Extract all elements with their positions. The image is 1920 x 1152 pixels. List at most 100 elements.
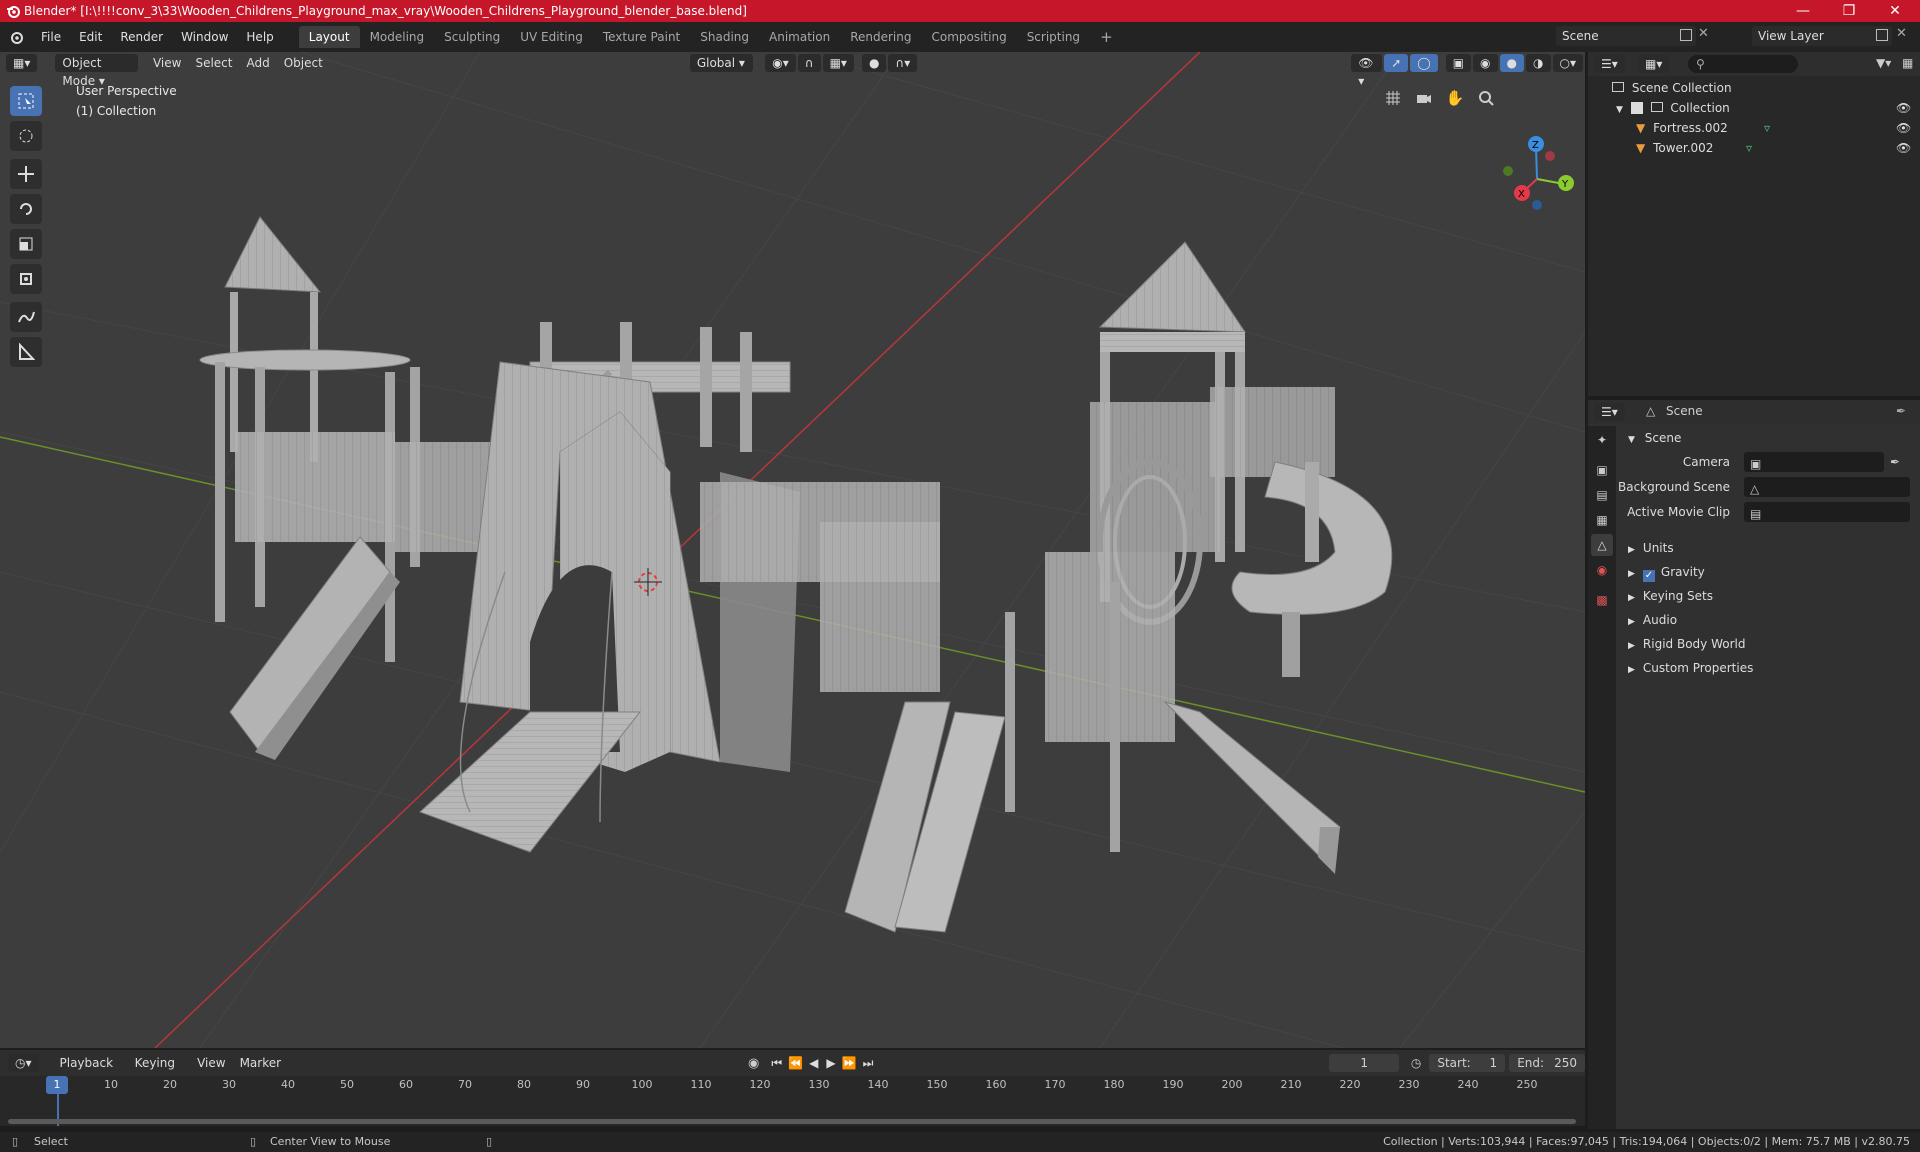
current-frame-field[interactable]: 1: [1329, 1054, 1399, 1072]
jump-start-icon[interactable]: ⏮: [771, 1056, 782, 1071]
mesh-data-icon[interactable]: ▿: [1746, 138, 1752, 158]
jump-end-icon[interactable]: ⏭: [863, 1056, 874, 1071]
scene-tab-icon[interactable]: △: [1591, 534, 1613, 556]
timeline-menu-playback[interactable]: Playback ▾: [53, 1054, 128, 1088]
tab-layout[interactable]: Layout: [298, 26, 360, 48]
viewport-menu-add[interactable]: Add: [239, 54, 276, 72]
auto-keying-clock-icon[interactable]: ◷: [1411, 1056, 1421, 1070]
tab-uv-editing[interactable]: UV Editing: [510, 26, 593, 48]
grid-view-icon[interactable]: [1381, 86, 1405, 110]
texture-tab-icon[interactable]: ▩: [1591, 589, 1613, 611]
viewport-menu-object[interactable]: Object: [277, 54, 330, 72]
cursor-tool-icon[interactable]: [10, 121, 42, 151]
zoom-view-icon[interactable]: [1474, 86, 1498, 110]
scene-copy-icon[interactable]: [1680, 29, 1692, 41]
visibility-eye-icon[interactable]: 👁: [1896, 118, 1911, 138]
tab-animation[interactable]: Animation: [759, 26, 840, 48]
start-frame-field[interactable]: Start: 1: [1429, 1054, 1506, 1072]
mesh-data-icon[interactable]: ▿: [1764, 118, 1770, 138]
transform-tool-icon[interactable]: [10, 264, 42, 294]
units-panel[interactable]: ▶ Units: [1618, 536, 1920, 560]
view-layer-selector[interactable]: View Layer: [1752, 26, 1892, 46]
view-layer-close-icon[interactable]: ✕: [1896, 26, 1907, 41]
render-tab-icon[interactable]: ▣: [1591, 459, 1613, 481]
close-button[interactable]: ✕: [1872, 0, 1918, 22]
tab-compositing[interactable]: Compositing: [921, 26, 1016, 48]
measure-tool-icon[interactable]: [10, 337, 42, 367]
falloff-icon[interactable]: ∩▾: [888, 54, 918, 72]
menu-window[interactable]: Window: [172, 26, 237, 48]
new-collection-icon[interactable]: ▦: [1902, 56, 1913, 70]
menu-edit[interactable]: Edit: [70, 26, 111, 48]
world-tab-icon[interactable]: ◉: [1591, 559, 1613, 581]
timeline-menu-keying[interactable]: Keying ▾: [128, 1054, 190, 1088]
prev-keyframe-icon[interactable]: ⏪: [788, 1056, 803, 1070]
select-box-icon[interactable]: [10, 86, 42, 116]
keying-sets-panel[interactable]: ▶ Keying Sets: [1618, 584, 1920, 608]
visibility-eye-icon[interactable]: 👁: [1896, 98, 1911, 118]
menu-help[interactable]: Help: [237, 26, 282, 48]
background-scene-field[interactable]: △: [1744, 477, 1910, 497]
scene-selector[interactable]: Scene: [1556, 26, 1696, 46]
menu-render[interactable]: Render: [111, 26, 172, 48]
gravity-checkbox[interactable]: ✓: [1642, 570, 1655, 582]
output-tab-icon[interactable]: ▤: [1591, 484, 1613, 506]
properties-editor-icon[interactable]: ☰▾: [1594, 403, 1625, 421]
view-layer-copy-icon[interactable]: [1876, 29, 1888, 41]
rendered-shading-icon[interactable]: ○▾: [1552, 54, 1583, 72]
display-mode-icon[interactable]: ▦▾: [1638, 55, 1670, 73]
playhead[interactable]: 1: [46, 1076, 68, 1094]
gizmo-toggle-icon[interactable]: ➚: [1384, 54, 1409, 72]
outliner-item-tower[interactable]: ▼ Tower.002 ▿ 👁: [1588, 138, 1920, 158]
audio-panel[interactable]: ▶ Audio: [1618, 608, 1920, 632]
overlay-toggle-icon[interactable]: ◯: [1410, 54, 1438, 72]
record-icon[interactable]: ◉: [748, 1056, 759, 1071]
tab-rendering[interactable]: Rendering: [840, 26, 921, 48]
scene-collection-row[interactable]: Scene Collection: [1588, 78, 1920, 98]
solid-shading-icon[interactable]: ●: [1499, 54, 1525, 72]
menu-file[interactable]: File: [32, 26, 70, 48]
tab-shading[interactable]: Shading: [690, 26, 759, 48]
scale-tool-icon[interactable]: [10, 229, 42, 259]
view-layer-tab-icon[interactable]: ▦: [1591, 509, 1613, 531]
viewport-menu-view[interactable]: View: [146, 54, 188, 72]
camera-field[interactable]: ▣: [1744, 452, 1884, 472]
outliner-item-fortress[interactable]: ▼ Fortress.002 ▿ 👁: [1588, 118, 1920, 138]
tab-sculpting[interactable]: Sculpting: [434, 26, 510, 48]
timeline-scrollbar[interactable]: [8, 1119, 1576, 1124]
timeline-area[interactable]: 10 20 30 40 50 60 70 80 90 100 110 120 130 140 150 160 1…: [0, 1076, 1585, 1126]
timeline-menu-view[interactable]: View: [190, 1054, 232, 1072]
filter-icon[interactable]: ▼▾: [1876, 56, 1891, 70]
transform-orientation-dropdown[interactable]: Global ▾: [689, 54, 754, 72]
navigation-gizmo[interactable]: Z Y X: [1503, 136, 1574, 210]
add-workspace-icon[interactable]: +: [1090, 26, 1123, 48]
expand-arrow-icon[interactable]: ▼: [1616, 105, 1623, 115]
play-reverse-icon[interactable]: ◀: [809, 1056, 818, 1070]
fortress-model[interactable]: [419, 322, 940, 853]
outliner-search-input[interactable]: ⚲: [1688, 55, 1798, 73]
outliner-editor-icon[interactable]: ☰▾: [1594, 55, 1625, 73]
proportional-edit-icon[interactable]: ●: [861, 54, 887, 72]
viewport-scene[interactable]: Z Y X: [0, 52, 1585, 1048]
tool-tab-icon[interactable]: ✦: [1591, 429, 1613, 451]
xray-icon[interactable]: ▣: [1445, 54, 1472, 72]
end-frame-field[interactable]: End: 250: [1509, 1054, 1586, 1072]
tab-scripting[interactable]: Scripting: [1017, 26, 1090, 48]
collection-row[interactable]: ▼ Collection 👁: [1588, 98, 1920, 118]
next-keyframe-icon[interactable]: ⏩: [842, 1056, 857, 1070]
tab-texture-paint[interactable]: Texture Paint: [593, 26, 690, 48]
blender-menu-icon[interactable]: [0, 30, 32, 44]
object-mode-dropdown[interactable]: Object Mode ▾: [55, 54, 138, 88]
play-icon[interactable]: ▶: [826, 1056, 835, 1070]
wireframe-shading-icon[interactable]: ◉: [1473, 54, 1498, 72]
annotate-tool-icon[interactable]: [10, 302, 42, 332]
active-movie-clip-field[interactable]: ▤: [1744, 502, 1910, 522]
editor-type-icon[interactable]: ▦▾: [6, 54, 38, 72]
scene-section-header[interactable]: ▼ Scene: [1618, 426, 1920, 450]
material-shading-icon[interactable]: ◑: [1526, 54, 1551, 72]
scene-close-icon[interactable]: ✕: [1698, 26, 1709, 41]
visibility-icon[interactable]: 👁▾: [1351, 54, 1383, 88]
eyedropper-icon[interactable]: ✒: [1890, 450, 1900, 474]
maximize-button[interactable]: ❐: [1826, 0, 1872, 22]
3d-viewport[interactable]: Z Y X ▦▾ Object Mode ▾ View Select Add O…: [0, 52, 1585, 1048]
